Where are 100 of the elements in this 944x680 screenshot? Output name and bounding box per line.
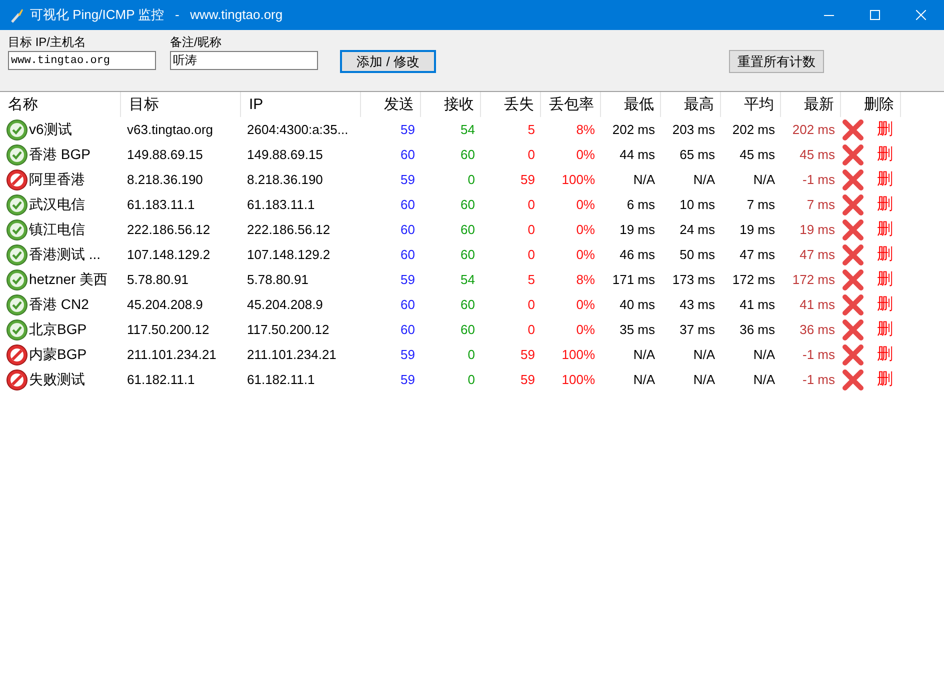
column-header[interactable]: 丢包率	[541, 92, 601, 117]
delete-icon[interactable]	[842, 318, 864, 340]
delete-link[interactable]: 删	[877, 219, 893, 240]
delete-link[interactable]: 删	[877, 119, 893, 140]
table-cell-text: N/A	[692, 372, 716, 387]
table-cell-text: 59	[520, 372, 536, 387]
delete-link[interactable]: 删	[877, 294, 893, 315]
table-cell-text: 8%	[575, 122, 596, 137]
table-cell-text: 60	[400, 222, 416, 237]
table-cell-text: 45.204.208.9	[246, 297, 324, 312]
table-cell-text: v63.tingtao.org	[126, 122, 214, 137]
table-cell-text: 54	[460, 272, 476, 287]
table-cell-text: 172 ms	[791, 272, 836, 287]
table-cell-text: 61.183.11.1	[246, 197, 316, 212]
delete-link[interactable]: 删	[877, 194, 893, 215]
column-header[interactable]: IP	[241, 92, 361, 117]
delete-icon[interactable]	[842, 144, 864, 166]
table-cell-text: 61.182.11.1	[246, 372, 316, 387]
table-cell-text: 59	[400, 272, 416, 287]
add-button[interactable]: 添加 / 修改	[340, 50, 436, 73]
table-cell-text: 107.148.129.2	[126, 247, 212, 262]
name-cell: 失败测试	[29, 370, 85, 388]
table-cell-text: 0	[526, 247, 536, 262]
delete-link[interactable]: 删	[877, 244, 893, 265]
table-cell-text: 2604:4300:a:35...	[246, 122, 350, 137]
table-cell-text: 45.204.208.9	[126, 297, 204, 312]
table-cell-text: 7 ms	[746, 197, 776, 212]
table-cell-text: 5	[526, 122, 536, 137]
name-cell: 武汉电信	[29, 196, 85, 214]
table-cell-text: 59	[520, 347, 536, 362]
table-cell-text: 172 ms	[731, 272, 776, 287]
delete-icon[interactable]	[842, 294, 864, 316]
table-cell-text: 60	[460, 147, 476, 162]
table-cell-text: 0%	[575, 297, 596, 312]
table-cell-text: N/A	[632, 347, 656, 362]
column-header[interactable]: 最低	[601, 92, 661, 117]
delete-icon[interactable]	[842, 344, 864, 366]
column-header[interactable]: 丢失	[481, 92, 541, 117]
name-cell: 内蒙BGP	[29, 346, 87, 364]
table-cell-text: 211.101.234.21	[246, 347, 338, 362]
table-cell-text: 202 ms	[791, 122, 836, 137]
table-cell-text: 8%	[575, 272, 596, 287]
minimize-icon[interactable]	[824, 14, 834, 16]
maximize-icon[interactable]	[870, 10, 880, 20]
column-header[interactable]: 名称	[0, 92, 121, 117]
table-cell-text: 5.78.80.91	[126, 272, 190, 287]
table-cell-text: 0%	[575, 197, 596, 212]
table-cell-text: 202 ms	[611, 122, 656, 137]
target-field[interactable]: www.tingtao.org	[8, 51, 156, 70]
table-cell-text: 36 ms	[738, 322, 776, 337]
delete-link[interactable]: 删	[877, 369, 893, 390]
table-cell-text: 100%	[560, 372, 596, 387]
table-cell-text: 149.88.69.15	[126, 147, 204, 162]
table-cell-text: 60	[400, 147, 416, 162]
delete-icon[interactable]	[842, 368, 864, 390]
delete-link[interactable]: 删	[877, 269, 893, 290]
table-cell-text: 107.148.129.2	[246, 247, 332, 262]
column-header[interactable]: 删除	[841, 92, 901, 117]
delete-link[interactable]: 删	[877, 344, 893, 365]
table-cell-text: 0%	[575, 247, 596, 262]
table-cell-text: 46 ms	[618, 247, 656, 262]
delete-icon[interactable]	[842, 218, 864, 240]
column-header[interactable]: 最新	[781, 92, 841, 117]
delete-icon[interactable]	[842, 118, 864, 140]
table-cell-text: 65 ms	[678, 147, 716, 162]
table-cell-text: 59	[520, 172, 536, 187]
table-cell-text: 41 ms	[738, 297, 776, 312]
table-cell-text: 171 ms	[611, 272, 656, 287]
table-cell-text: 117.50.200.12	[126, 322, 210, 337]
table-cell-text: 8.218.36.190	[126, 172, 204, 187]
table-cell-text: N/A	[692, 347, 716, 362]
name-cell: 镇江电信	[29, 220, 85, 238]
delete-link[interactable]: 删	[877, 319, 893, 340]
delete-link[interactable]: 删	[877, 169, 893, 190]
name-cell: 香港测试 ...	[29, 246, 101, 264]
column-header[interactable]: 目标	[121, 92, 241, 117]
table-cell-text: 203 ms	[671, 122, 716, 137]
note-field[interactable]: 听涛	[170, 51, 318, 70]
column-header[interactable]: 平均	[721, 92, 781, 117]
column-header[interactable]: 接收	[421, 92, 481, 117]
table-cell-text: -1 ms	[802, 347, 836, 362]
table-cell-text: 44 ms	[618, 147, 656, 162]
note-label: 备注/昵称	[170, 34, 222, 51]
table-cell-text: 43 ms	[678, 297, 716, 312]
table-cell-text: N/A	[752, 172, 776, 187]
window-title: 可视化 Ping/ICMP 监控 - www.tingtao.org	[30, 6, 283, 24]
column-header[interactable]: 最高	[661, 92, 721, 117]
delete-icon[interactable]	[842, 268, 864, 290]
reset-button[interactable]: 重置所有计数	[729, 50, 824, 73]
column-header[interactable]: 发送	[361, 92, 421, 117]
close-icon[interactable]	[916, 10, 926, 20]
delete-icon[interactable]	[842, 244, 864, 266]
delete-icon[interactable]	[842, 194, 864, 216]
table-cell-text: 60	[400, 297, 416, 312]
table-cell-text: 222.186.56.12	[126, 222, 212, 237]
delete-link[interactable]: 删	[877, 144, 893, 165]
delete-icon[interactable]	[842, 168, 864, 190]
table-cell-text: 60	[460, 222, 476, 237]
table-cell-text: 8.218.36.190	[246, 172, 324, 187]
target-label: 目标 IP/主机名	[8, 34, 88, 51]
